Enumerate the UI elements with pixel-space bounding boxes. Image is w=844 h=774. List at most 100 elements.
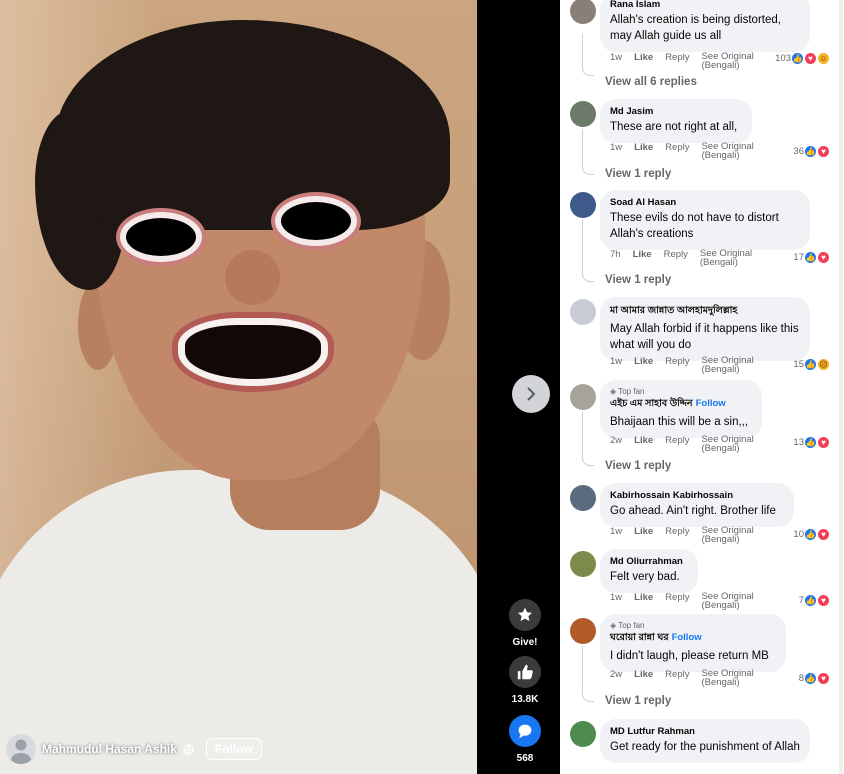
reply-link[interactable]: Reply bbox=[665, 142, 689, 160]
commenter-name[interactable]: Md Jasim bbox=[610, 106, 742, 117]
comment-time[interactable]: 1w bbox=[610, 52, 622, 70]
reply-link[interactable]: Reply bbox=[665, 52, 689, 70]
commenter-name[interactable]: এইচ এম সাহাব উদ্দিন Follow bbox=[610, 397, 752, 412]
reply-link[interactable]: Reply bbox=[665, 669, 689, 687]
like-link[interactable]: Like bbox=[634, 356, 653, 374]
reply-thread-line bbox=[582, 646, 594, 702]
thumbs-up-icon bbox=[509, 656, 541, 688]
like-reaction-icon: 👍 bbox=[791, 52, 804, 65]
chevron-right-icon bbox=[527, 387, 536, 401]
commenter-name[interactable]: Soad Al Hasan bbox=[610, 197, 800, 208]
commenter-name[interactable]: ঘরোয়া রান্না ঘর Follow bbox=[610, 631, 776, 646]
see-original-link[interactable]: See Original (Bengali) bbox=[701, 142, 765, 161]
commenter-name[interactable]: Rana Islam bbox=[610, 0, 800, 10]
reply-thread-line bbox=[582, 220, 594, 282]
comment-action[interactable]: 568 bbox=[505, 715, 545, 764]
comment-text: Bhaijaan this will be a sin,,, bbox=[610, 416, 749, 428]
reaction-summary[interactable]: 17 👍 ♥ bbox=[793, 251, 830, 264]
avatar[interactable] bbox=[570, 192, 596, 218]
reply-link[interactable]: Reply bbox=[665, 356, 689, 374]
avatar[interactable] bbox=[570, 101, 596, 127]
comment-text: Allah's creation is being distorted, may… bbox=[610, 14, 781, 42]
reply-link[interactable]: Reply bbox=[665, 526, 689, 544]
comments-panel[interactable]: Rana Islam Allah's creation is being dis… bbox=[560, 0, 844, 774]
author-name[interactable]: Mahmudul Hasan Ashik bbox=[42, 742, 177, 756]
reaction-summary[interactable]: 8 👍 ♥ bbox=[799, 672, 830, 685]
like-action[interactable]: 13.8K bbox=[505, 656, 545, 705]
reply-thread-line bbox=[582, 129, 594, 175]
comment-text: These evils do not have to distort Allah… bbox=[610, 212, 779, 240]
comment-time[interactable]: 7h bbox=[610, 249, 621, 267]
video-subject-eye-filter bbox=[275, 196, 357, 246]
gift-star-icon bbox=[509, 599, 541, 631]
love-reaction-icon: ♥ bbox=[817, 672, 830, 685]
avatar[interactable] bbox=[6, 734, 36, 764]
love-reaction-icon: ♥ bbox=[817, 145, 830, 158]
comment-time[interactable]: 1w bbox=[610, 592, 622, 610]
love-reaction-icon: ♥ bbox=[817, 251, 830, 264]
comment-time[interactable]: 1w bbox=[610, 526, 622, 544]
reply-thread-line bbox=[582, 34, 594, 76]
reaction-summary[interactable]: 36 👍 ♥ bbox=[793, 145, 830, 158]
like-link[interactable]: Like bbox=[634, 669, 653, 687]
give-stars-action[interactable]: Give! bbox=[505, 599, 545, 648]
commenter-name[interactable]: মা আমার জান্নাত আলহামদুলিল্লাহ bbox=[610, 304, 800, 319]
reply-link[interactable]: Reply bbox=[664, 249, 688, 267]
reaction-summary[interactable]: 13 👍 ♥ bbox=[793, 436, 830, 449]
see-original-link[interactable]: See Original (Bengali) bbox=[701, 669, 765, 688]
commenter-name[interactable]: Md Oliurrahman bbox=[610, 556, 688, 567]
view-replies-link[interactable]: View 1 reply bbox=[605, 460, 671, 472]
reaction-summary[interactable]: 103 👍 ♥ ☺ bbox=[775, 52, 830, 65]
see-original-link[interactable]: See Original (Bengali) bbox=[701, 435, 765, 454]
view-replies-link[interactable]: View all 6 replies bbox=[605, 76, 697, 88]
like-link[interactable]: Like bbox=[634, 52, 653, 70]
avatar[interactable] bbox=[570, 721, 596, 747]
avatar[interactable] bbox=[570, 384, 596, 410]
reaction-summary[interactable]: 10 👍 ♥ bbox=[793, 528, 830, 541]
next-video-button[interactable] bbox=[512, 375, 550, 413]
view-replies-link[interactable]: View 1 reply bbox=[605, 695, 671, 707]
like-link[interactable]: Like bbox=[634, 526, 653, 544]
avatar[interactable] bbox=[570, 485, 596, 511]
like-link[interactable]: Like bbox=[634, 142, 653, 160]
avatar[interactable] bbox=[570, 551, 596, 577]
avatar[interactable] bbox=[570, 618, 596, 644]
comment-time[interactable]: 2w bbox=[610, 435, 622, 453]
like-reaction-icon: 👍 bbox=[804, 251, 817, 264]
like-link[interactable]: Like bbox=[633, 249, 652, 267]
comment-actions: 7h Like Reply See Original (Bengali) bbox=[610, 249, 764, 268]
comments-scrollbar[interactable] bbox=[839, 0, 843, 774]
comment-bubble: Rana Islam Allah's creation is being dis… bbox=[600, 0, 810, 52]
comment-text: Felt very bad. bbox=[610, 571, 680, 583]
see-original-link[interactable]: See Original (Bengali) bbox=[700, 249, 764, 268]
comment-bubble: Kabirhossain Kabirhossain Go ahead. Ain'… bbox=[600, 483, 794, 527]
commenter-name[interactable]: MD Lutfur Rahman bbox=[610, 726, 800, 737]
give-label: Give! bbox=[512, 637, 538, 648]
see-original-link[interactable]: See Original (Bengali) bbox=[701, 52, 765, 71]
video-player[interactable]: Mahmudul Hasan Ashik Follow bbox=[0, 0, 477, 774]
avatar[interactable] bbox=[570, 0, 596, 24]
comment-time[interactable]: 1w bbox=[610, 142, 622, 160]
like-reaction-icon: 👍 bbox=[804, 358, 817, 371]
commenter-name[interactable]: Kabirhossain Kabirhossain bbox=[610, 490, 784, 501]
like-link[interactable]: Like bbox=[634, 592, 653, 610]
comment-bubble: মা আমার জান্নাত আলহামদুলিল্লাহ May Allah… bbox=[600, 297, 810, 361]
comment-time[interactable]: 1w bbox=[610, 356, 622, 374]
reply-link[interactable]: Reply bbox=[665, 435, 689, 453]
like-link[interactable]: Like bbox=[634, 435, 653, 453]
view-replies-link[interactable]: View 1 reply bbox=[605, 274, 671, 286]
avatar[interactable] bbox=[570, 299, 596, 325]
reply-link[interactable]: Reply bbox=[665, 592, 689, 610]
reaction-summary[interactable]: 7 👍 ♥ bbox=[799, 594, 830, 607]
follow-author-button[interactable]: Follow bbox=[205, 738, 262, 760]
view-replies-link[interactable]: View 1 reply bbox=[605, 168, 671, 180]
video-subject-eye-filter bbox=[120, 212, 202, 262]
comment-time[interactable]: 2w bbox=[610, 669, 622, 687]
see-original-link[interactable]: See Original (Bengali) bbox=[701, 356, 765, 375]
see-original-link[interactable]: See Original (Bengali) bbox=[701, 592, 765, 611]
see-original-link[interactable]: See Original (Bengali) bbox=[701, 526, 765, 545]
video-subject-hair bbox=[55, 20, 450, 230]
reaction-summary[interactable]: 15 👍 ☹ bbox=[793, 358, 830, 371]
follow-commenter-link[interactable]: Follow bbox=[696, 398, 726, 409]
follow-commenter-link[interactable]: Follow bbox=[672, 632, 702, 643]
